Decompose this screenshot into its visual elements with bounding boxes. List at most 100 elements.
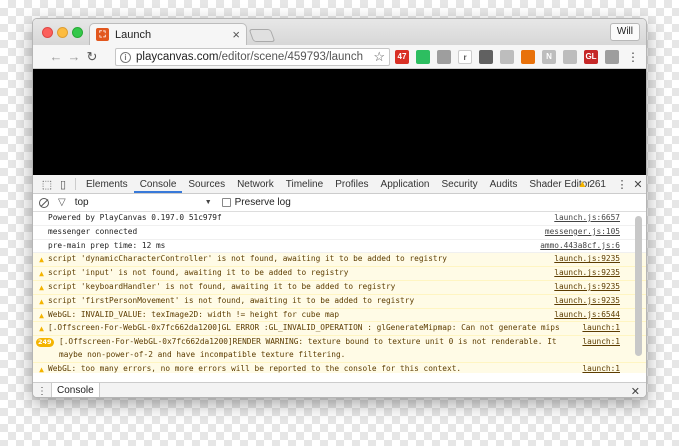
context-selector[interactable]: top [75, 197, 205, 208]
ghostery-ext-icon[interactable] [500, 50, 514, 64]
new-tab-button[interactable] [248, 29, 276, 42]
message-source-link[interactable]: launch.js:9235 [554, 295, 620, 308]
devtools-close-icon[interactable]: ✕ [630, 178, 646, 191]
preserve-log-label: Preserve log [234, 197, 291, 208]
nimbus-ext-icon[interactable]: N [542, 50, 556, 64]
warning-icon: ▲ [39, 324, 44, 334]
keep-ext-icon[interactable] [563, 50, 577, 64]
message-source-link[interactable]: launch:1 [582, 363, 620, 373]
evernote-ext-icon[interactable] [416, 50, 430, 64]
devtools-tab-elements[interactable]: Elements [80, 175, 134, 193]
url-text: playcanvas.com/editor/scene/459793/launc… [136, 51, 373, 63]
console-message: Powered by PlayCanvas 0.197.0 51c979f lau… [33, 212, 646, 226]
hangouts-ext-icon[interactable] [605, 50, 619, 64]
forward-arrow-icon[interactable]: → [65, 49, 83, 64]
speed-ext-icon[interactable] [521, 50, 535, 64]
warning-icon: ▲ [577, 179, 588, 190]
devtools-tabs: Elements Console Sources Network Timeline Pro… [80, 175, 597, 193]
warning-icon: ▲ [39, 255, 44, 265]
devtools-tab-sources[interactable]: Sources [182, 175, 231, 193]
message-source-link[interactable]: launch:1 [582, 336, 620, 362]
clear-console-icon[interactable] [39, 197, 49, 208]
message-source-link[interactable]: launch.js:9235 [554, 267, 620, 280]
console-message: messenger connected messenger.js:105 [33, 226, 646, 240]
drawer-tab-console[interactable]: Console [51, 382, 100, 397]
maximize-window-button[interactable] [72, 27, 83, 38]
inspect-element-icon[interactable]: ⬚ [39, 175, 55, 193]
console-message: ▲ WebGL: too many errors, no more errors … [33, 362, 646, 373]
console-filter-bar: ▽ top ▼ Preserve log [33, 194, 646, 212]
console-log: Powered by PlayCanvas 0.197.0 51c979f lau… [33, 212, 646, 373]
tab-close-icon[interactable]: × [232, 27, 240, 42]
devtools-tab-console[interactable]: Console [133, 175, 183, 193]
extension-icon[interactable] [437, 50, 451, 64]
webgl-ext-icon[interactable]: GL [584, 50, 598, 64]
address-bar[interactable]: i playcanvas.com/editor/scene/459793/lau… [115, 48, 390, 66]
message-source-link[interactable]: launch.js:6544 [554, 309, 620, 322]
filter-icon[interactable]: ▽ [58, 197, 66, 208]
message-text: WebGL: INVALID_VALUE: texImage2D: width … [48, 309, 340, 319]
readability-ext-icon[interactable]: r [458, 50, 472, 64]
message-text: messenger connected [48, 226, 138, 236]
message-text: [.Offscreen-For-WebGL-0x7fc662da1200]REN… [59, 337, 562, 359]
context-dropdown-icon[interactable]: ▼ [205, 199, 212, 206]
message-source-link[interactable]: launch.js:9235 [554, 253, 620, 266]
browser-toolbar: ← → ↻ i playcanvas.com/editor/scene/4597… [33, 45, 646, 69]
title-bar: ⛶ Launch × Will [33, 19, 646, 45]
device-toolbar-icon[interactable]: ▯ [55, 175, 71, 193]
message-text: WebGL: too many errors, no more errors w… [48, 363, 462, 373]
warning-icon: ▲ [39, 282, 44, 292]
site-info-icon[interactable]: i [120, 51, 131, 63]
message-text: Powered by PlayCanvas 0.197.0 51c979f [48, 213, 222, 222]
page-viewport[interactable] [33, 69, 646, 175]
console-message: ▲ WebGL: INVALID_VALUE: texImage2D: width… [33, 308, 646, 323]
console-drawer: ⋮ Console ✕ [33, 382, 646, 397]
preserve-log-checkbox[interactable] [221, 198, 231, 207]
message-source-link[interactable]: launch:1 [582, 322, 620, 335]
playcanvas-favicon-icon: ⛶ [96, 28, 109, 41]
message-source-link[interactable]: launch.js:9235 [554, 281, 620, 294]
devtools-menu-icon[interactable]: ⋮ [614, 178, 630, 191]
devtools-tab-application[interactable]: Application [375, 175, 436, 193]
devtools-tab-security[interactable]: Security [435, 175, 483, 193]
devtools-tab-network[interactable]: Network [231, 175, 280, 193]
pocket-ext-icon[interactable] [479, 50, 493, 64]
close-window-button[interactable] [42, 27, 53, 38]
console-message: 249 [.Offscreen-For-WebGL-0x7fc662da1200]… [33, 336, 646, 363]
back-arrow-icon[interactable]: ← [47, 49, 65, 64]
devtools-tab-bar: ⬚ ▯ Elements Console Sources Network Timelin… [33, 175, 646, 194]
devtools-tab-audits[interactable]: Audits [484, 175, 524, 193]
extension-bar: 47 r N GL [395, 49, 619, 65]
devtools-right-controls: ▲ 261 ⋮ ✕ [577, 175, 646, 194]
message-text: script 'keyboardHandler' is not found, a… [48, 281, 396, 291]
console-message: ▲ script 'dynamicCharacterController' is … [33, 253, 646, 268]
browser-menu-icon[interactable]: ⋮ [627, 50, 639, 64]
message-text: pre-main prep time: 12 ms [48, 240, 166, 250]
devtools-tab-profiles[interactable]: Profiles [329, 175, 374, 193]
console-message: ▲ [.Offscreen-For-WebGL-0x7fc662da1200]GL… [33, 322, 646, 337]
gmail-ext-icon[interactable]: 47 [395, 50, 409, 64]
message-source-link[interactable]: messenger.js:105 [545, 226, 620, 239]
warning-counter[interactable]: ▲ 261 [577, 179, 606, 190]
drawer-menu-icon[interactable]: ⋮ [33, 386, 51, 397]
drawer-close-icon[interactable]: ✕ [631, 385, 640, 397]
message-source-link[interactable]: ammo.443a8cf.js:6 [540, 240, 620, 253]
message-text: script 'input' is not found, awaiting it… [48, 268, 349, 278]
message-text: [.Offscreen-For-WebGL-0x7fc662da1200]GL … [48, 323, 560, 333]
console-message: pre-main prep time: 12 ms ammo.443a8cf.js… [33, 240, 646, 254]
browser-tab-launch[interactable]: ⛶ Launch × [89, 23, 247, 45]
url-path: /editor/scene/459793/launch [218, 51, 363, 63]
minimize-window-button[interactable] [57, 27, 68, 38]
message-source-link[interactable]: launch.js:6657 [554, 212, 620, 225]
reload-icon[interactable]: ↻ [83, 49, 101, 65]
browser-window: ⛶ Launch × Will ← → ↻ i playcanvas.com/e… [32, 18, 647, 398]
console-message: ▲ script 'keyboardHandler' is not found, … [33, 280, 646, 295]
url-host: playcanvas.com [136, 51, 219, 63]
repeat-count-badge: 249 [36, 338, 54, 348]
bookmark-star-icon[interactable]: ☆ [373, 49, 385, 65]
toolbar-divider [75, 178, 76, 190]
warning-count: 261 [589, 179, 606, 190]
user-profile-button[interactable]: Will [609, 23, 640, 41]
devtools-tab-timeline[interactable]: Timeline [280, 175, 329, 193]
console-scrollbar[interactable] [635, 216, 642, 356]
